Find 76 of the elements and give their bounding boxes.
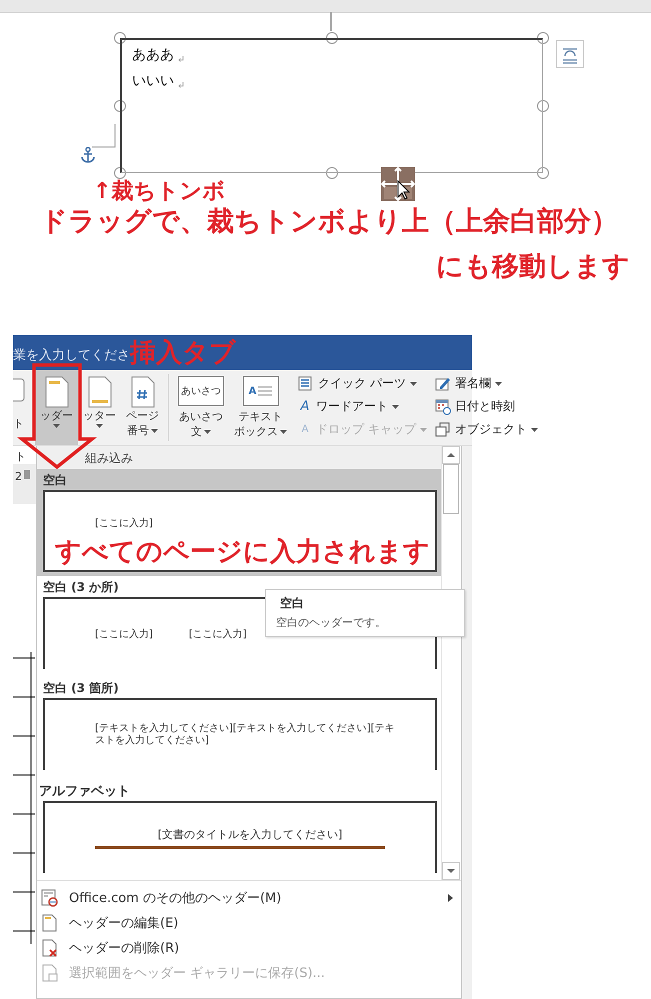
gallery-item-title: 空白 (43, 472, 68, 489)
placeholder-text: [ここに入力] (95, 628, 153, 641)
menu-item[interactable]: ヘッダーの編集(E) (37, 910, 461, 935)
ribbon-button[interactable]: クイック パーツ (296, 373, 429, 394)
placeholder-text: [ここに入力] (188, 628, 247, 641)
tooltip-text: 空白のヘッダーです。 (276, 615, 387, 630)
paragraph-text: いいい (132, 72, 174, 90)
ribbon-button[interactable]: 日付と時刻 (432, 396, 540, 417)
anchor-icon (81, 147, 95, 163)
annotation-text: すべてのページに入力されます (55, 538, 430, 567)
tooltip-title: 空白 (280, 595, 305, 612)
annotation-text: にも移動します (436, 252, 630, 282)
resize-handle[interactable] (537, 167, 549, 179)
greeting-card-icon: あいさつ (178, 376, 224, 406)
caret-icon (530, 428, 538, 432)
gallery-item-title: アルファベット (39, 783, 131, 801)
crop-mark (92, 124, 116, 148)
gallery-item[interactable]: 空白 [ここに入力] すべてのページに入力されます (37, 469, 441, 576)
annotation-text: ドラッグで、裁ちトンボより上（上余白部分） (40, 207, 618, 237)
menu-item[interactable]: ヘッダーの削除(R) (37, 935, 461, 960)
ribbon-button[interactable]: A テキスト ボックス (229, 370, 292, 445)
group-label: ト (14, 449, 27, 464)
caret-icon (494, 382, 502, 386)
wordart-icon: A (298, 399, 312, 414)
text-box-icon: A (242, 376, 278, 406)
page-save-icon (41, 964, 59, 982)
gallery-heading: 組み込み (37, 446, 441, 469)
annotation-text: 挿入タブ (130, 339, 236, 368)
scroll-thumb[interactable] (443, 464, 459, 514)
web-page-icon (41, 888, 59, 906)
page-number-text: 2 (15, 470, 22, 483)
submenu-arrow-icon (448, 894, 453, 902)
ribbon-button[interactable]: ッダー (35, 370, 78, 445)
caret-icon (53, 424, 60, 428)
cut-off-icon (13, 378, 25, 402)
page-delete-icon (41, 938, 59, 956)
resize-handle[interactable] (537, 100, 549, 112)
button-label: ト (13, 416, 24, 431)
scroll-up-icon[interactable] (442, 446, 460, 464)
scroll-down-icon[interactable] (442, 862, 460, 880)
ruler-mark-icon (24, 470, 30, 479)
caret-icon (410, 382, 417, 386)
caret-icon (420, 428, 427, 432)
rotation-handle-line (330, 12, 332, 31)
quick-parts-icon (298, 376, 314, 392)
layout-options-icon[interactable] (556, 40, 584, 68)
caret-icon (204, 430, 211, 434)
caret-icon (392, 404, 399, 408)
ribbon-button[interactable]: ッター (78, 370, 121, 445)
ribbon-button[interactable]: A ワードアート (296, 396, 429, 417)
ribbon-button[interactable]: あいさつ あいさつ 文 (173, 370, 229, 445)
gallery-item-title: 空白 (3 箇所) (43, 680, 120, 697)
caret-icon (280, 430, 287, 434)
gallery-item-title: 空白 (3 か所) (43, 579, 120, 596)
menu-item[interactable]: Office.com のその他のヘッダー(M) (37, 885, 461, 910)
placeholder-text: [テキストを入力してください][テキストを入力してください][テキストを入力してください] (95, 723, 395, 747)
drop-cap-icon: A (298, 424, 312, 435)
annotation-text: ↑裁ちトンボ (93, 180, 226, 204)
placeholder-text: [文書のタイトルを入力してください] (158, 827, 342, 842)
gallery-item[interactable]: アルファベット [文書のタイトルを入力してください] (37, 774, 441, 877)
paragraph-mark-icon (178, 82, 184, 88)
ribbon-button[interactable]: ページ 番号 (121, 370, 164, 445)
caret-icon (96, 424, 103, 428)
paragraph-mark-icon (178, 56, 184, 62)
ribbon-button[interactable]: 署名欄 (432, 373, 540, 394)
paragraph-text: あああ (132, 46, 174, 64)
page-icon (41, 914, 59, 932)
resize-handle[interactable] (326, 167, 338, 179)
placeholder-text: [ここに入力] (95, 516, 153, 530)
gallery-item[interactable]: 空白 (3 箇所) [テキストを入力してください][テキストを入力してください][テキストを入力してください] (37, 673, 441, 774)
caret-icon (151, 429, 158, 433)
calendar-clock-icon (434, 398, 451, 414)
ribbon-button[interactable]: オブジェクト (432, 419, 540, 440)
object-frame-icon (434, 422, 451, 438)
move-cursor-icon (381, 167, 415, 201)
search-prompt[interactable]: 業を入力してくださ (13, 346, 130, 364)
